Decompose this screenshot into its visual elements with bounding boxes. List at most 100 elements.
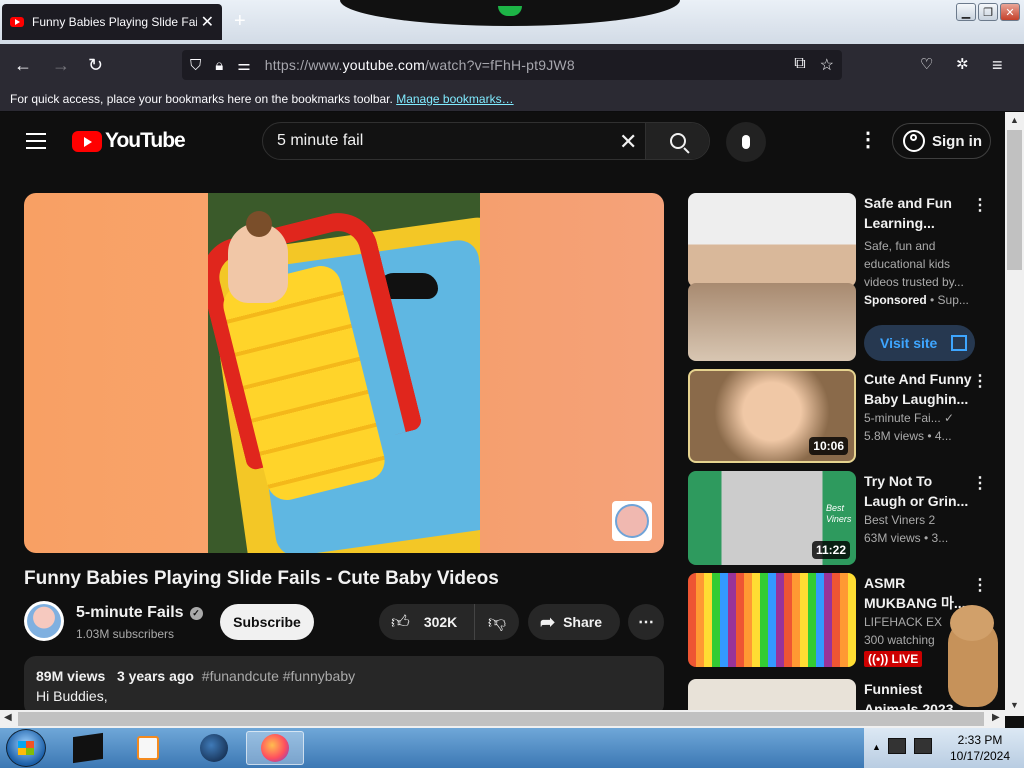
network-icon[interactable] xyxy=(888,738,906,754)
video-item-title[interactable]: Cute And Funny xyxy=(864,369,974,389)
taskbar-app-terminal[interactable] xyxy=(62,731,114,765)
forward-button[interactable]: → xyxy=(52,54,70,76)
video-frame xyxy=(208,193,480,553)
dislike-button[interactable]: 👎︎ xyxy=(475,611,519,633)
tab-title: Funny Babies Playing Slide Fails xyxy=(32,15,197,29)
taskbar-app-globe[interactable] xyxy=(188,731,240,765)
scroll-down-icon[interactable]: ▼ xyxy=(1010,700,1019,710)
channel-watermark-icon[interactable] xyxy=(612,501,652,541)
video-menu-icon[interactable]: ⋮ xyxy=(972,575,988,595)
video-menu-icon[interactable]: ⋮ xyxy=(972,473,988,493)
scroll-left-icon[interactable]: ◀ xyxy=(4,712,12,723)
voice-search-button[interactable] xyxy=(726,122,766,162)
ad-description: Safe, fun and xyxy=(864,239,936,253)
pocket-icon[interactable]: ♡ xyxy=(920,54,933,76)
decorative-notch xyxy=(340,0,680,26)
video-item-channel: Best Viners 2 xyxy=(864,513,936,527)
video-title: Funny Babies Playing Slide Fails - Cute … xyxy=(24,568,499,589)
firefox-icon xyxy=(261,734,289,762)
thumbs-up-icon: 👍︎ xyxy=(391,612,410,632)
vertical-scrollbar[interactable]: ▲ ▼ xyxy=(1005,112,1024,716)
youtube-favicon-icon xyxy=(10,17,24,27)
start-button[interactable] xyxy=(6,729,46,767)
more-actions-button[interactable]: ⋯ xyxy=(628,604,664,640)
live-badge: ((•)) LIVE xyxy=(864,651,923,667)
video-item-meta: 5.8M views • 4... xyxy=(864,429,952,443)
scroll-up-icon[interactable]: ▲ xyxy=(1010,115,1019,125)
video-thumbnail[interactable] xyxy=(688,573,856,667)
share-button[interactable]: ➦ Share xyxy=(528,604,620,640)
globe-icon xyxy=(200,734,228,762)
vertical-scroll-thumb[interactable] xyxy=(1007,130,1022,270)
ad-thumbnail-bottom[interactable] xyxy=(688,283,856,361)
settings-kebab-icon[interactable]: ⋮ xyxy=(858,130,878,150)
description-box[interactable]: 89M views 3 years ago #funandcute #funny… xyxy=(24,656,664,716)
channel-name-row[interactable]: 5-minute Fails ✓ xyxy=(76,604,203,622)
shield-icon[interactable]: ⛉ xyxy=(190,57,201,74)
minimize-button[interactable]: ▁ xyxy=(956,3,976,21)
taskbar-app-media-player[interactable] xyxy=(122,731,174,765)
sign-in-button[interactable]: Sign in xyxy=(892,123,991,159)
video-item-title[interactable]: ASMR xyxy=(864,573,974,593)
external-link-icon xyxy=(951,335,968,351)
subscribe-button[interactable]: Subscribe xyxy=(220,604,314,640)
horizontal-scroll-thumb[interactable] xyxy=(18,712,984,726)
share-arrow-icon: ➦ xyxy=(540,611,556,632)
restore-button[interactable]: ❐ xyxy=(978,3,998,21)
tab-close-icon[interactable]: ✕ xyxy=(201,12,214,32)
picture-in-picture-icon[interactable]: ⧉ xyxy=(794,55,805,75)
ad-thumbnail-top[interactable] xyxy=(688,193,856,287)
bookmarks-hint: For quick access, place your bookmarks h… xyxy=(10,92,393,106)
horizontal-scrollbar[interactable]: ◀ ▶ xyxy=(0,710,1005,728)
window-controls: ▁ ❐ ✕ xyxy=(956,3,1020,21)
taskbar-app-firefox[interactable] xyxy=(246,731,304,765)
account-icon xyxy=(903,130,925,152)
visit-site-button[interactable]: Visit site xyxy=(864,325,975,361)
description-text: Hi Buddies, xyxy=(36,688,108,704)
reload-button[interactable]: ↻ xyxy=(88,54,103,76)
permissions-icon[interactable]: ⚌ xyxy=(237,56,250,74)
bookmark-star-icon[interactable]: ☆ xyxy=(820,55,834,75)
channel-avatar[interactable] xyxy=(24,601,64,641)
close-window-button[interactable]: ✕ xyxy=(1000,3,1020,21)
back-button[interactable]: ← xyxy=(14,54,32,76)
microphone-icon xyxy=(742,135,750,149)
windows-logo-icon xyxy=(18,741,34,755)
search-input[interactable] xyxy=(277,123,617,159)
guide-menu-icon[interactable] xyxy=(26,133,46,154)
manage-bookmarks-link[interactable]: Manage bookmarks… xyxy=(396,92,513,106)
extensions-icon[interactable]: ✲ xyxy=(956,54,969,76)
channel-name[interactable]: 5-minute Fails xyxy=(76,604,184,622)
ad-menu-icon[interactable]: ⋮ xyxy=(972,195,988,215)
new-tab-button[interactable]: + xyxy=(234,10,246,33)
thumbnail-text: Best Viners xyxy=(826,503,852,524)
video-thumbnail[interactable] xyxy=(688,679,856,710)
video-thumbnail[interactable]: 10:06 xyxy=(688,369,856,463)
menu-icon[interactable]: ≡ xyxy=(992,54,1003,76)
like-button[interactable]: 👍︎ 302K xyxy=(379,604,475,640)
sponsored-label: Sponsored xyxy=(864,293,927,307)
youtube-logo[interactable]: YouTube xyxy=(72,129,186,153)
video-player[interactable] xyxy=(24,193,664,553)
youtube-play-icon xyxy=(72,130,102,152)
volume-icon[interactable] xyxy=(914,738,932,754)
video-menu-icon[interactable]: ⋮ xyxy=(972,371,988,391)
search-button[interactable] xyxy=(645,123,709,159)
lock-icon[interactable]: 🔒︎ xyxy=(215,57,223,74)
clear-search-icon[interactable]: ✕ xyxy=(619,129,637,155)
system-tray: ▲ 2:33 PM 10/17/2024 xyxy=(864,728,1024,768)
url-text[interactable]: https://www.youtube.com/watch?v=fFhH-pt9… xyxy=(265,57,575,73)
desktop-pet-hamster[interactable] xyxy=(942,605,1004,709)
browser-tab[interactable]: Funny Babies Playing Slide Fails ✕ xyxy=(2,4,222,40)
video-thumbnail[interactable]: Best Viners 11:22 xyxy=(688,471,856,565)
url-bar[interactable]: ⛉ 🔒︎ ⚌ https://www.youtube.com/watch?v=f… xyxy=(182,50,842,80)
search-icon xyxy=(669,133,686,149)
video-item-title[interactable]: Try Not To xyxy=(864,471,974,491)
clock[interactable]: 2:33 PM 10/17/2024 xyxy=(940,732,1020,764)
search-box: ✕ xyxy=(262,122,710,160)
hashtags[interactable]: #funandcute #funnybaby xyxy=(202,668,355,684)
show-hidden-icons[interactable]: ▲ xyxy=(872,742,881,752)
scroll-right-icon[interactable]: ▶ xyxy=(992,712,1000,723)
taskbar: ▲ 2:33 PM 10/17/2024 xyxy=(0,728,1024,768)
description-meta: 89M views 3 years ago #funandcute #funny… xyxy=(36,668,356,684)
